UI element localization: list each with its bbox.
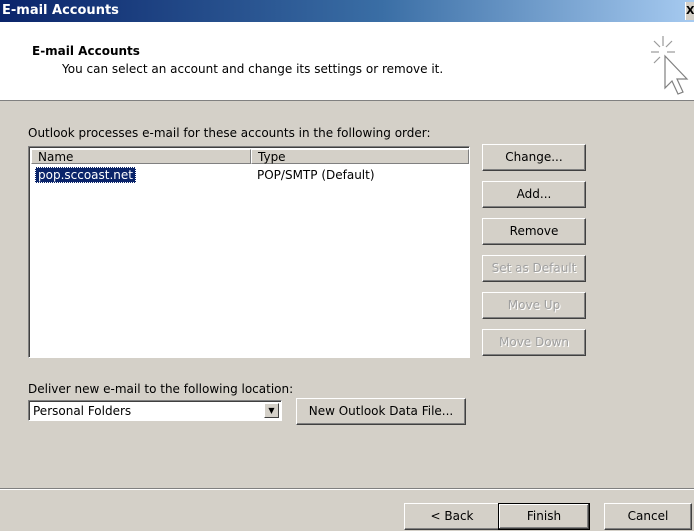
account-row[interactable]: pop.sccoast.net POP/SMTP (Default) [31,167,469,184]
window-title: E-mail Accounts [2,3,119,18]
new-data-file-button[interactable]: New Outlook Data File... [296,398,466,425]
account-name: pop.sccoast.net [35,167,136,183]
header-title: E-mail Accounts [32,44,140,58]
column-name-header[interactable]: Name [31,149,251,164]
finish-button[interactable]: Finish [498,503,590,530]
account-type: POP/SMTP (Default) [257,168,375,182]
accounts-order-label: Outlook processes e-mail for these accou… [28,126,431,140]
column-type-header[interactable]: Type [251,149,469,164]
set-as-default-button[interactable]: Set as Default [482,255,586,282]
accounts-list[interactable]: Name Type pop.sccoast.net POP/SMTP (Defa… [28,146,470,358]
move-down-button[interactable]: Move Down [482,329,586,356]
title-bar[interactable]: E-mail Accounts X [0,0,694,22]
chevron-down-icon[interactable]: ▼ [264,403,279,418]
delivery-location-select[interactable]: Personal Folders ▼ [28,400,282,421]
add-button[interactable]: Add... [482,181,586,208]
delivery-location-value: Personal Folders [33,404,132,418]
change-button[interactable]: Change... [482,144,586,171]
list-header: Name Type [31,149,469,165]
close-icon[interactable]: X [685,2,694,20]
header-subtitle: You can select an account and change its… [62,62,444,76]
remove-button[interactable]: Remove [482,218,586,245]
footer-divider-highlight [0,489,694,490]
delivery-location-label: Deliver new e-mail to the following loca… [28,382,294,396]
back-button[interactable]: < Back [404,503,500,530]
wizard-header: E-mail Accounts You can select an accoun… [0,22,694,101]
cancel-button[interactable]: Cancel [604,503,692,530]
wizard-cursor-icon [651,36,689,95]
move-up-button[interactable]: Move Up [482,292,586,319]
